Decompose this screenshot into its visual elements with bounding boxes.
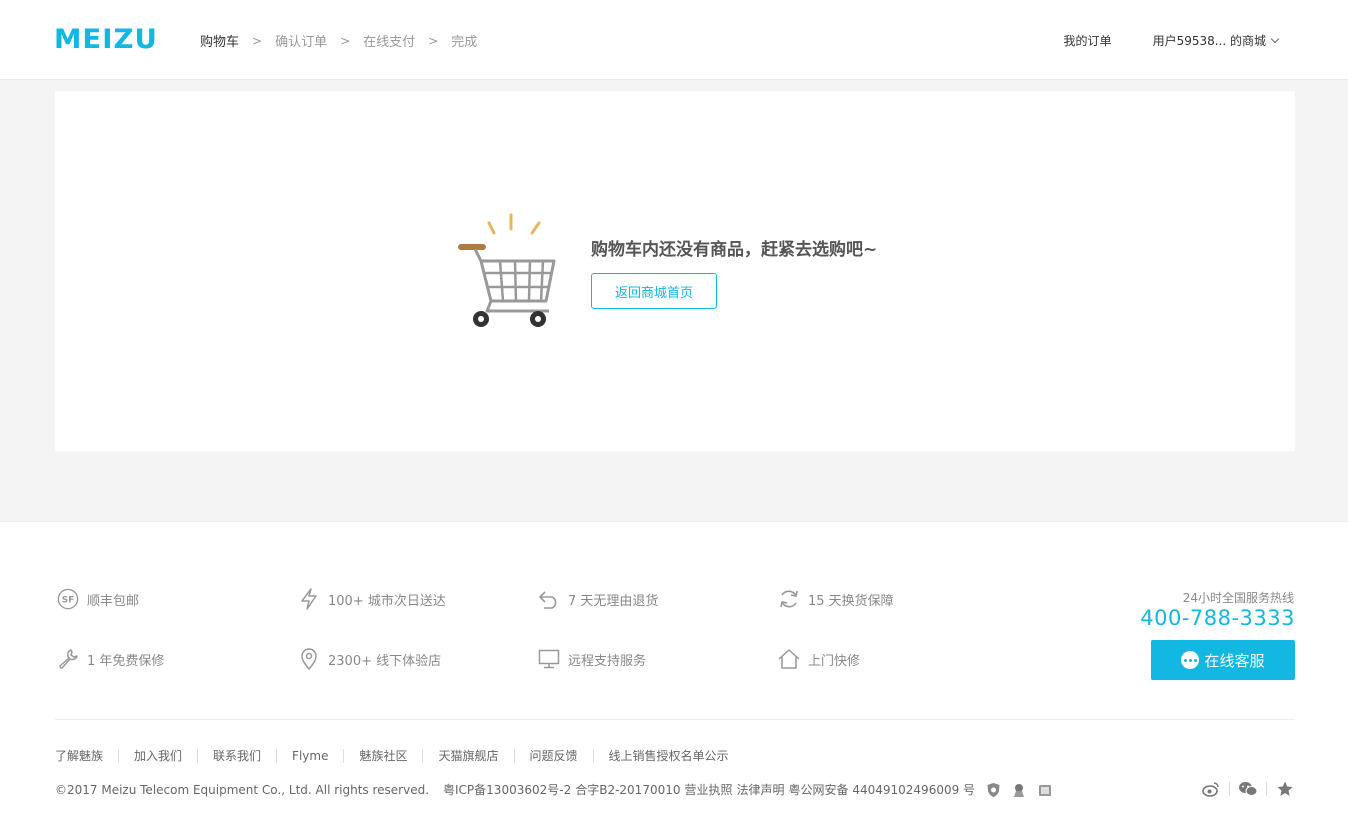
return-arrow-icon bbox=[538, 588, 560, 610]
empty-cart-illustration bbox=[458, 213, 556, 327]
footer-link-feedback[interactable]: 问题反馈 bbox=[530, 747, 578, 764]
user-store-dropdown[interactable]: 用户59538... 的商城 bbox=[1152, 32, 1280, 49]
sf-express-icon: SF bbox=[57, 588, 79, 610]
shield-badge-icon[interactable] bbox=[985, 782, 1001, 798]
service-item-exchange[interactable]: 15 天换货保障 bbox=[778, 588, 894, 610]
service-item-warranty[interactable]: 1 年免费保修 bbox=[57, 648, 164, 670]
icp-link[interactable]: 粤ICP备13003602号-2 bbox=[443, 781, 571, 798]
footer-links: 了解魅族 加入我们 联系我们 Flyme 魅族社区 天猫旗舰店 问题反馈 线上销… bbox=[55, 747, 729, 764]
service-label: 2300+ 线下体验店 bbox=[328, 653, 442, 669]
service-item-stores[interactable]: 2300+ 线下体验店 bbox=[298, 648, 441, 670]
legal-statement-link[interactable]: 法律声明 bbox=[737, 781, 785, 798]
weibo-icon[interactable] bbox=[1201, 779, 1221, 799]
online-service-button[interactable]: 在线客服 bbox=[1151, 640, 1295, 680]
footer-link-tmall[interactable]: 天猫旗舰店 bbox=[438, 747, 498, 764]
my-orders-link[interactable]: 我的订单 bbox=[1064, 32, 1112, 49]
online-service-label: 在线客服 bbox=[1204, 651, 1265, 670]
footer-link-contact[interactable]: 联系我们 bbox=[213, 747, 261, 764]
user-store-label: 用户59538... 的商城 bbox=[1152, 34, 1266, 48]
house-icon bbox=[778, 648, 800, 670]
service-label: 远程支持服务 bbox=[568, 653, 647, 669]
police-badge-icon[interactable] bbox=[1011, 782, 1027, 798]
breadcrumb-confirm-order: 确认订单 bbox=[275, 35, 328, 50]
location-pin-icon bbox=[298, 648, 320, 670]
service-item-next-day[interactable]: 100+ 城市次日送达 bbox=[298, 588, 446, 610]
service-label: 上门快修 bbox=[808, 653, 861, 669]
breadcrumb: 购物车 > 确认订单 > 在线支付 > 完成 bbox=[200, 31, 478, 51]
breadcrumb-complete: 完成 bbox=[451, 35, 478, 50]
breadcrumb-separator: > bbox=[252, 33, 263, 48]
certificate-badge-icon[interactable] bbox=[1037, 782, 1053, 798]
footer: SF 顺丰包邮 100+ 城市次日送达 7 天无理由退货 15 天换货保障 1 … bbox=[0, 521, 1348, 816]
footer-link-community[interactable]: 魅族社区 bbox=[359, 747, 407, 764]
footer-link-flyme[interactable]: Flyme bbox=[292, 749, 328, 763]
link-separator bbox=[118, 748, 120, 763]
social-links bbox=[1201, 779, 1295, 799]
breadcrumb-separator: > bbox=[340, 33, 351, 48]
hotline-label: 24小时全国服务热线 bbox=[1182, 591, 1294, 605]
service-label: 1 年免费保修 bbox=[87, 653, 165, 669]
social-separator bbox=[1229, 782, 1230, 796]
return-to-store-button[interactable]: 返回商城首页 bbox=[591, 273, 717, 309]
service-item-free-shipping[interactable]: SF 顺丰包邮 bbox=[57, 588, 139, 610]
monitor-icon bbox=[538, 648, 560, 670]
star-icon[interactable] bbox=[1275, 779, 1295, 799]
refresh-icon bbox=[778, 588, 800, 610]
wechat-icon[interactable] bbox=[1238, 779, 1258, 799]
breadcrumb-online-payment: 在线支付 bbox=[363, 35, 416, 50]
link-separator bbox=[513, 748, 515, 763]
service-label: 100+ 城市次日送达 bbox=[328, 593, 446, 609]
service-label: 7 天无理由退货 bbox=[568, 593, 659, 609]
header-user-nav: 我的订单 用户59538... 的商城 bbox=[1064, 32, 1280, 49]
breadcrumb-cart: 购物车 bbox=[200, 35, 240, 50]
svg-text:SF: SF bbox=[62, 595, 75, 606]
footer-link-authorized-sellers[interactable]: 线上销售授权名单公示 bbox=[609, 747, 729, 764]
link-separator bbox=[422, 748, 424, 763]
wrench-icon bbox=[57, 648, 79, 670]
footer-link-about[interactable]: 了解魅族 bbox=[55, 747, 103, 764]
meizu-logo[interactable]: MEIZU bbox=[54, 26, 158, 53]
service-item-home-repair[interactable]: 上门快修 bbox=[778, 648, 860, 670]
service-label: 15 天换货保障 bbox=[808, 593, 894, 609]
chat-bubble-icon bbox=[1181, 651, 1200, 669]
service-label: 顺丰包邮 bbox=[87, 593, 140, 609]
lightning-icon bbox=[298, 588, 320, 610]
hotline-number[interactable]: 400-788-3333 bbox=[1140, 606, 1295, 630]
license-link[interactable]: 合字B2-20170010 bbox=[575, 781, 680, 798]
link-separator bbox=[592, 748, 594, 763]
breadcrumb-separator: > bbox=[428, 33, 439, 48]
copyright-row: ©2017 Meizu Telecom Equipment Co., Ltd. … bbox=[55, 781, 1053, 798]
empty-cart-message: 购物车内还没有商品，赶紧去选购吧~ bbox=[591, 240, 878, 260]
header: MEIZU 购物车 > 确认订单 > 在线支付 > 完成 我的订单 用户5953… bbox=[0, 0, 1348, 80]
social-separator bbox=[1266, 782, 1267, 796]
link-separator bbox=[343, 748, 345, 763]
footer-link-join[interactable]: 加入我们 bbox=[134, 747, 182, 764]
copyright-text: ©2017 Meizu Telecom Equipment Co., Ltd. … bbox=[55, 782, 430, 797]
empty-cart-panel: 购物车内还没有商品，赶紧去选购吧~ 返回商城首页 bbox=[55, 91, 1295, 451]
link-separator bbox=[276, 748, 278, 763]
police-record-link[interactable]: 粤公网安备 44049102496009 号 bbox=[789, 781, 976, 798]
footer-divider bbox=[55, 719, 1295, 720]
link-separator bbox=[197, 748, 199, 763]
service-item-returns[interactable]: 7 天无理由退货 bbox=[538, 588, 658, 610]
chevron-down-icon bbox=[1270, 34, 1280, 43]
service-item-remote-support[interactable]: 远程支持服务 bbox=[538, 648, 646, 670]
business-license-link[interactable]: 营业执照 bbox=[685, 781, 733, 798]
